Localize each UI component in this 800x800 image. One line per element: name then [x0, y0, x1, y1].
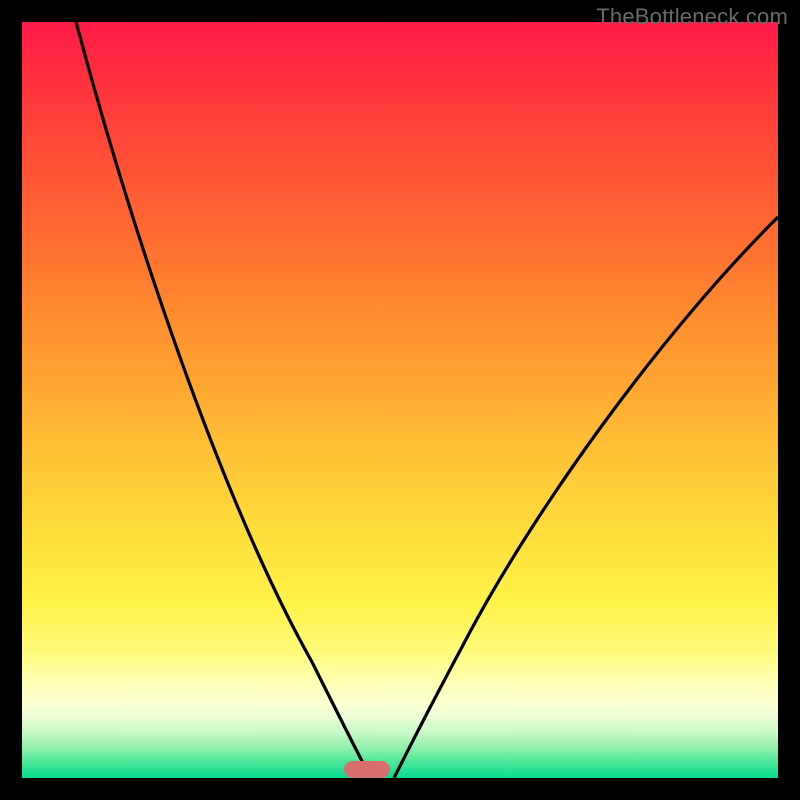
watermark-text: TheBottleneck.com	[596, 4, 788, 30]
left-curve	[76, 22, 371, 778]
chart-plot-area	[22, 22, 778, 778]
right-curve	[394, 217, 778, 778]
curves-svg	[22, 22, 778, 778]
bottleneck-marker	[344, 761, 390, 778]
